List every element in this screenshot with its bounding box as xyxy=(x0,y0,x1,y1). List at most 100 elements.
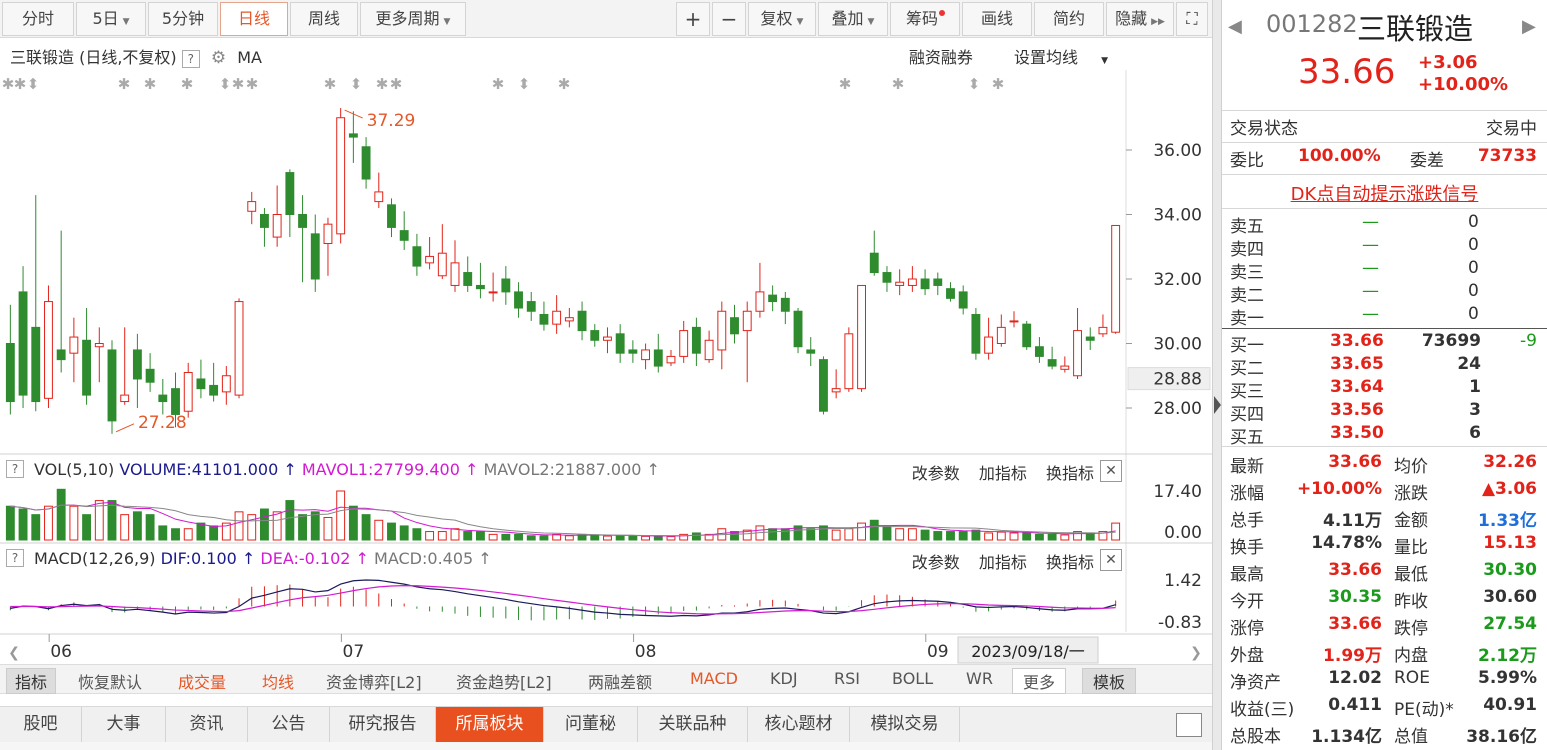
price-tick-label: 30.00 xyxy=(1153,335,1202,355)
info-tab-core-themes[interactable]: 核心题材 xyxy=(748,707,850,743)
price-block: 33.66 +3.06 +10.00% xyxy=(1222,50,1547,100)
add-indicator-button[interactable]: 加指标 xyxy=(979,464,1027,483)
candle-up xyxy=(69,336,79,354)
download-icon[interactable] xyxy=(1176,713,1202,737)
event-star-marker: ✱ xyxy=(2,75,15,93)
stock-name: 三联锻造 xyxy=(1357,12,1474,46)
volume-bar-down xyxy=(971,529,981,541)
volume-bar-down xyxy=(412,528,422,541)
sell-order-row: 卖五 — 0 xyxy=(1222,212,1547,237)
sell-price: — xyxy=(1362,304,1379,324)
info-tab-announcements[interactable]: 公告 xyxy=(248,707,330,743)
stat-label: 总手 xyxy=(1230,511,1264,531)
volume-bar-down xyxy=(107,500,117,541)
sell-volume: 0 xyxy=(1468,258,1479,278)
indicator-tab-kdj[interactable]: KDJ xyxy=(770,669,798,688)
price-tick-label: 32.00 xyxy=(1153,270,1202,290)
prev-stock-icon[interactable]: ◀ xyxy=(1228,16,1242,37)
event-star-marker: ✱ xyxy=(232,75,245,93)
candle-up xyxy=(831,388,841,393)
next-stock-icon[interactable]: ▶ xyxy=(1522,16,1536,37)
event-star-marker: ✱ xyxy=(118,75,131,93)
indicator-tab-macd[interactable]: MACD xyxy=(690,669,738,688)
event-arrow-marker: ⬍ xyxy=(968,75,981,93)
candle-down xyxy=(298,214,307,228)
stat-label: 外盘 xyxy=(1230,646,1264,666)
candle-down xyxy=(882,272,892,283)
candle-up xyxy=(1111,224,1121,333)
volume-bar-down xyxy=(526,535,536,541)
help-icon[interactable]: ? xyxy=(6,549,24,567)
add-indicator-button[interactable]: 加指标 xyxy=(979,553,1027,572)
stat-value: 12.02 xyxy=(1328,668,1382,688)
stat-value: 2.12万 xyxy=(1478,646,1537,666)
volume-bar-down xyxy=(132,511,142,541)
volume-bar-down xyxy=(882,525,892,541)
candle-down xyxy=(399,230,409,241)
committee-row: 委比 100.00% 委差 73733 xyxy=(1230,146,1537,171)
candle-down xyxy=(539,313,549,325)
candle-down xyxy=(920,278,930,290)
volume-bar-down xyxy=(171,528,180,541)
indicator-tab-fund-trend[interactable]: 资金趋势[L2] xyxy=(456,669,552,693)
buy-volume: 24 xyxy=(1457,354,1481,374)
info-tab-related[interactable]: 关联品种 xyxy=(638,707,748,743)
info-tab-sectors[interactable]: 所属板块 xyxy=(436,707,544,743)
info-tab-news[interactable]: 资讯 xyxy=(166,707,248,743)
volume-bar-down xyxy=(298,514,307,541)
info-tab-events[interactable]: 大事 xyxy=(82,707,166,743)
buy-volume: 3 xyxy=(1469,400,1481,420)
indicator-tab-fund-game[interactable]: 资金博弈[L2] xyxy=(326,669,422,693)
panel-splitter[interactable] xyxy=(1212,0,1222,750)
info-tab-research[interactable]: 研究报告 xyxy=(330,707,436,743)
candle-down xyxy=(691,326,701,354)
month-label: 09 xyxy=(927,642,949,662)
volume-bar-up xyxy=(450,528,460,541)
stock-header: ◀ 001282 三联锻造 ▶ xyxy=(1222,6,1547,46)
volume-bar-down xyxy=(539,535,549,541)
volume-bar-down xyxy=(285,500,295,541)
volume-bar-up xyxy=(907,528,917,541)
indicator-tab-rsi[interactable]: RSI xyxy=(834,669,860,688)
switch-indicator-button[interactable]: 换指标 xyxy=(1046,464,1094,483)
candle-down xyxy=(285,172,295,215)
close-icon[interactable]: ✕ xyxy=(1100,549,1122,571)
switch-indicator-button[interactable]: 换指标 xyxy=(1046,553,1094,572)
stat-value: 33.66 xyxy=(1328,560,1382,580)
help-icon[interactable]: ? xyxy=(6,460,24,478)
collapse-arrow-icon[interactable] xyxy=(1214,396,1221,414)
candle-down xyxy=(310,233,320,280)
sell-price: — xyxy=(1362,281,1379,301)
indicator-tab-more[interactable]: 更多 xyxy=(1012,668,1067,694)
volume-bar-down xyxy=(1047,533,1057,541)
edit-params-button[interactable]: 改参数 xyxy=(912,553,960,572)
candle-down xyxy=(348,133,358,138)
indicator-tab-volume[interactable]: 成交量 xyxy=(178,669,226,693)
edit-params-button[interactable]: 改参数 xyxy=(912,464,960,483)
indicator-tab-template[interactable]: 模板 xyxy=(1082,668,1137,694)
candle-up xyxy=(336,117,346,235)
indicator-tab-margin-diff[interactable]: 两融差额 xyxy=(588,669,652,693)
indicator-tab-reset[interactable]: 恢复默认 xyxy=(78,669,142,693)
indicator-tab-wr[interactable]: WR xyxy=(966,669,993,688)
mavol1-value: MAVOL1:27799.400 xyxy=(301,460,460,479)
indicator-tab-ma[interactable]: 均线 xyxy=(262,669,294,693)
candle-up xyxy=(1060,365,1070,370)
candle-down xyxy=(361,146,371,180)
candle-up xyxy=(247,201,257,212)
close-icon[interactable]: ✕ xyxy=(1100,460,1122,482)
volume-bar-up xyxy=(641,535,651,541)
indicator-tab-indicators[interactable]: 指标 xyxy=(6,668,57,694)
candle-down xyxy=(387,204,396,228)
candle-down xyxy=(501,278,511,293)
volume-value: VOLUME:41101.000 xyxy=(119,460,279,479)
dk-signal-link[interactable]: DK点自动提示涨跌信号 xyxy=(1222,180,1547,206)
info-tab-guba[interactable]: 股吧 xyxy=(0,707,82,743)
candle-down xyxy=(1047,359,1057,367)
stat-label: 换手 xyxy=(1230,538,1264,558)
info-tab-ask-secretary[interactable]: 问董秘 xyxy=(544,707,638,743)
indicator-tab-boll[interactable]: BOLL xyxy=(892,669,933,688)
volume-bar-down xyxy=(158,525,168,541)
volume-bar-up xyxy=(831,529,841,541)
info-tab-sim-trading[interactable]: 模拟交易 xyxy=(850,707,960,743)
